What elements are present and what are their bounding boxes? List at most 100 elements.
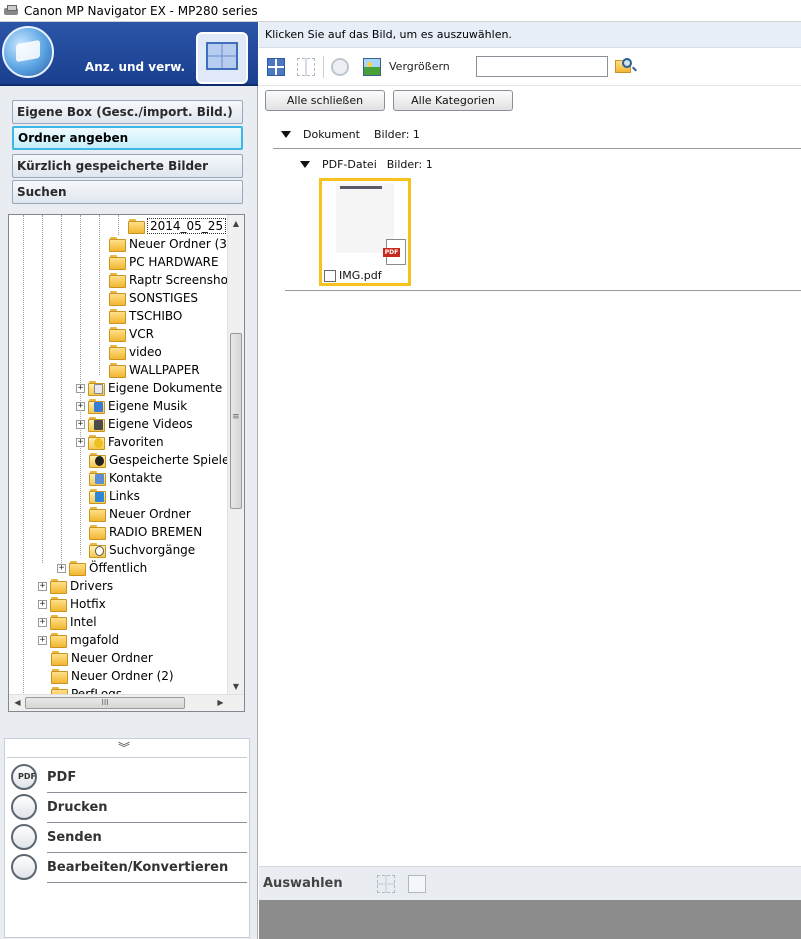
all-categories-button[interactable]: Alle Kategorien bbox=[393, 90, 513, 111]
scroll-left-arrow-icon[interactable]: ◀ bbox=[9, 695, 26, 711]
folder-icon bbox=[109, 309, 126, 324]
send-button[interactable]: Senden bbox=[11, 823, 247, 853]
folder-icon bbox=[109, 291, 126, 306]
correct-enhance-icon[interactable] bbox=[331, 58, 349, 76]
collapse-triangle-icon[interactable] bbox=[300, 161, 310, 168]
videos-folder-icon bbox=[88, 417, 105, 432]
nav-recent-images[interactable]: Kürzlich gespeicherte Bilder bbox=[12, 154, 243, 178]
tree-item[interactable]: TSCHIBO bbox=[109, 307, 182, 325]
expand-icon[interactable]: + bbox=[38, 617, 47, 627]
expand-icon[interactable]: + bbox=[76, 437, 85, 447]
tree-item[interactable]: Raptr Screenshots bbox=[109, 271, 239, 289]
scroll-thumb[interactable]: III bbox=[25, 697, 185, 709]
tree-item[interactable]: + Eigene Musik bbox=[76, 397, 187, 415]
group-header-document[interactable]: Dokument Bilder: 1 bbox=[281, 128, 420, 141]
toolbar: Vergrößern bbox=[259, 48, 801, 86]
tree-item[interactable]: Suchvorgänge bbox=[89, 541, 195, 559]
expand-icon[interactable]: + bbox=[76, 401, 85, 411]
collapse-triangle-icon[interactable] bbox=[281, 131, 291, 138]
pdf-button[interactable]: PDF PDF bbox=[11, 763, 247, 793]
divider bbox=[7, 757, 247, 758]
nav-my-box[interactable]: Eigene Box (Gesc./import. Bild.) bbox=[12, 100, 243, 124]
nav-specify-folder[interactable]: Ordner angeben bbox=[12, 126, 243, 150]
zoom-image-icon[interactable] bbox=[363, 58, 381, 76]
expand-icon[interactable]: + bbox=[38, 581, 47, 591]
select-all-icon[interactable] bbox=[267, 58, 285, 76]
folder-icon bbox=[109, 345, 126, 360]
search-input[interactable] bbox=[476, 56, 608, 77]
mode-header: Anz. und verw. bbox=[0, 22, 258, 94]
divider bbox=[273, 148, 801, 149]
scroll-down-arrow-icon[interactable]: ▼ bbox=[228, 678, 244, 695]
tree-item[interactable]: + mgafold bbox=[38, 631, 119, 649]
pdf-icon: PDF bbox=[11, 764, 37, 790]
close-all-button[interactable]: Alle schließen bbox=[265, 90, 385, 111]
bottom-area bbox=[259, 900, 801, 939]
folder-icon bbox=[51, 651, 68, 666]
tree-item[interactable]: Neuer Ordner (3) bbox=[109, 235, 232, 253]
folder-icon bbox=[69, 561, 86, 576]
edit-convert-button[interactable]: Bearbeiten/Konvertieren bbox=[11, 853, 247, 883]
tools-panel: ︾ PDF PDF Drucken Senden Bearbeiten/Konv… bbox=[4, 738, 250, 938]
scroll-thumb[interactable] bbox=[230, 333, 242, 509]
tree-item[interactable]: + Favoriten bbox=[76, 433, 164, 451]
window-title: Canon MP Navigator EX - MP280 series bbox=[24, 3, 258, 18]
tree-item[interactable]: VCR bbox=[109, 325, 154, 343]
select-all-disabled-icon[interactable] bbox=[377, 875, 395, 893]
tree-item[interactable]: SONSTIGES bbox=[109, 289, 198, 307]
folder-icon bbox=[109, 273, 126, 288]
tree-item[interactable]: + Eigene Dokumente bbox=[76, 379, 222, 397]
image-thumbnail[interactable]: PDF IMG.pdf bbox=[319, 178, 411, 286]
folder-icon bbox=[89, 525, 106, 540]
favorites-folder-icon bbox=[88, 435, 105, 450]
expand-icon[interactable]: + bbox=[38, 599, 47, 609]
mail-icon bbox=[11, 824, 37, 850]
expand-icon[interactable]: + bbox=[76, 383, 85, 393]
expand-icon[interactable]: + bbox=[76, 419, 85, 429]
print-button[interactable]: Drucken bbox=[11, 793, 247, 823]
folder-search-icon[interactable] bbox=[615, 57, 637, 77]
tree-horizontal-scrollbar[interactable]: ◀ III ▶ bbox=[9, 694, 244, 711]
group-header-pdf[interactable]: PDF-Datei Bilder: 1 bbox=[300, 158, 433, 171]
tree-item[interactable]: Kontakte bbox=[89, 469, 162, 487]
folder-icon bbox=[50, 633, 67, 648]
folder-tree-rows: 2014_05_25 Neuer Ordner (3) PC HARDWARE … bbox=[9, 215, 239, 702]
mode-label: Anz. und verw. bbox=[84, 60, 186, 74]
tree-item[interactable]: + Drivers bbox=[38, 577, 113, 595]
deselect-disabled-icon[interactable] bbox=[408, 875, 426, 893]
nav-search[interactable]: Suchen bbox=[12, 180, 243, 204]
tree-item[interactable]: video bbox=[109, 343, 162, 361]
selection-label: Auswahlen bbox=[263, 876, 343, 891]
expand-icon[interactable]: + bbox=[57, 563, 66, 573]
button-row: Alle schließen Alle Kategorien bbox=[259, 86, 801, 116]
scanner-icon bbox=[4, 4, 18, 17]
zoom-button-label[interactable]: Vergrößern bbox=[389, 60, 450, 73]
tree-item[interactable]: + Hotfix bbox=[38, 595, 106, 613]
title-bar: Canon MP Navigator EX - MP280 series bbox=[0, 0, 801, 22]
tree-vertical-scrollbar[interactable]: ▲ ▼ bbox=[227, 215, 244, 695]
expand-icon[interactable]: + bbox=[38, 635, 47, 645]
navigator-logo-icon[interactable] bbox=[2, 26, 54, 78]
tree-item[interactable]: Neuer Ordner bbox=[89, 505, 191, 523]
tree-item[interactable]: Gespeicherte Spiele bbox=[89, 451, 229, 469]
folder-icon bbox=[109, 363, 126, 378]
tree-item[interactable]: PC HARDWARE bbox=[109, 253, 219, 271]
view-use-icon[interactable] bbox=[196, 32, 248, 84]
tree-item[interactable]: Links bbox=[89, 487, 140, 505]
thumbnail-checkbox[interactable] bbox=[324, 270, 336, 282]
instruction-text: Klicken Sie auf das Bild, um es auszuwäh… bbox=[259, 22, 801, 48]
collapse-chevron-icon[interactable]: ︾ bbox=[118, 739, 130, 756]
scroll-right-arrow-icon[interactable]: ▶ bbox=[212, 695, 229, 711]
tree-item[interactable]: WALLPAPER bbox=[109, 361, 200, 379]
folder-tree[interactable]: 2014_05_25 Neuer Ordner (3) PC HARDWARE … bbox=[8, 214, 245, 712]
tree-item[interactable]: RADIO BREMEN bbox=[89, 523, 202, 541]
tree-item[interactable]: + Eigene Videos bbox=[76, 415, 193, 433]
tree-item[interactable]: Neuer Ordner (2) bbox=[51, 667, 174, 685]
deselect-all-icon[interactable] bbox=[297, 58, 315, 76]
tree-item[interactable]: + Intel bbox=[38, 613, 97, 631]
tree-item[interactable]: + Öffentlich bbox=[57, 559, 147, 577]
tree-item[interactable]: 2014_05_25 bbox=[128, 217, 227, 235]
scroll-up-arrow-icon[interactable]: ▲ bbox=[228, 215, 244, 232]
tree-item[interactable]: Neuer Ordner bbox=[51, 649, 153, 667]
pdf-file-icon: PDF bbox=[383, 239, 406, 265]
